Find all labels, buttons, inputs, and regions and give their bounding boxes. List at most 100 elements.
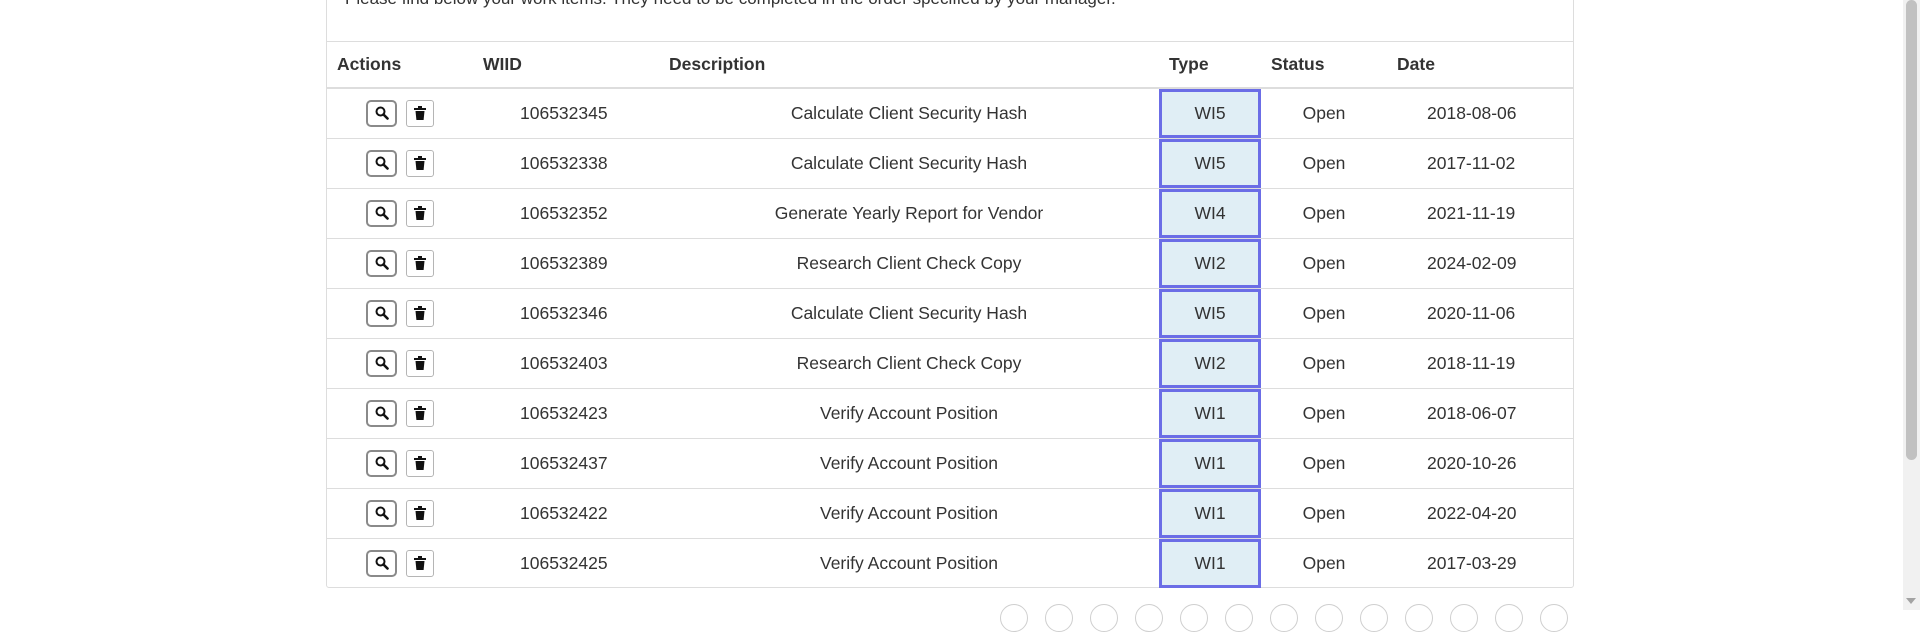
page-button[interactable] bbox=[1450, 604, 1478, 632]
delete-button[interactable] bbox=[405, 249, 434, 277]
search-icon bbox=[375, 206, 389, 220]
pagination bbox=[1000, 604, 1570, 632]
delete-button[interactable] bbox=[405, 349, 434, 377]
table-header-row: Actions WIID Description Type Status Dat… bbox=[327, 42, 1573, 89]
row-actions bbox=[327, 537, 473, 588]
page-button[interactable] bbox=[1270, 604, 1298, 632]
cell-status: Open bbox=[1261, 387, 1387, 438]
header-wiid: WIID bbox=[473, 42, 659, 89]
view-button[interactable] bbox=[366, 299, 397, 327]
cell-status: Open bbox=[1261, 337, 1387, 388]
header-status: Status bbox=[1261, 42, 1387, 89]
cell-wiid: 106532352 bbox=[473, 187, 659, 238]
cell-wiid: 106532423 bbox=[473, 387, 659, 438]
cell-date: 2021-11-19 bbox=[1387, 187, 1573, 238]
cell-description: Calculate Client Security Hash bbox=[659, 87, 1159, 138]
view-button[interactable] bbox=[366, 399, 397, 427]
page-button[interactable] bbox=[1405, 604, 1433, 632]
cell-status: Open bbox=[1261, 87, 1387, 138]
trash-icon bbox=[413, 406, 426, 420]
page-button[interactable] bbox=[1090, 604, 1118, 632]
cell-type[interactable]: WI1 bbox=[1159, 437, 1261, 488]
delete-button[interactable] bbox=[405, 199, 434, 227]
cell-type[interactable]: WI1 bbox=[1159, 387, 1261, 438]
delete-button[interactable] bbox=[405, 499, 434, 527]
row-actions bbox=[327, 237, 473, 288]
search-icon bbox=[375, 456, 389, 470]
delete-button[interactable] bbox=[405, 549, 434, 577]
table-row: 106532423 Verify Account Position WI1 Op… bbox=[327, 387, 1573, 438]
cell-status: Open bbox=[1261, 537, 1387, 588]
trash-icon bbox=[413, 556, 426, 571]
trash-icon bbox=[413, 156, 426, 170]
search-icon bbox=[375, 106, 389, 121]
row-actions bbox=[327, 287, 473, 338]
cell-date: 2017-11-02 bbox=[1387, 137, 1573, 188]
cell-date: 2020-10-26 bbox=[1387, 437, 1573, 488]
header-type: Type bbox=[1159, 42, 1261, 89]
delete-button[interactable] bbox=[405, 449, 434, 477]
cell-status: Open bbox=[1261, 137, 1387, 188]
view-button[interactable] bbox=[366, 449, 397, 477]
row-actions bbox=[327, 487, 473, 538]
search-icon bbox=[375, 506, 389, 520]
page-button[interactable] bbox=[1315, 604, 1343, 632]
view-button[interactable] bbox=[366, 499, 397, 527]
table-row: 106532425 Verify Account Position WI1 Op… bbox=[327, 537, 1573, 588]
cell-status: Open bbox=[1261, 287, 1387, 338]
header-date: Date bbox=[1387, 42, 1573, 89]
table-row: 106532422 Verify Account Position WI1 Op… bbox=[327, 487, 1573, 538]
cell-wiid: 106532346 bbox=[473, 287, 659, 338]
delete-button[interactable] bbox=[405, 299, 434, 327]
view-button[interactable] bbox=[366, 199, 397, 227]
cell-date: 2018-11-19 bbox=[1387, 337, 1573, 388]
cell-date: 2018-06-07 bbox=[1387, 387, 1573, 438]
view-button[interactable] bbox=[366, 99, 397, 127]
cell-type[interactable]: WI2 bbox=[1159, 337, 1261, 388]
page-button[interactable] bbox=[1495, 604, 1523, 632]
view-button[interactable] bbox=[366, 149, 397, 177]
page-button[interactable] bbox=[1180, 604, 1208, 632]
trash-icon bbox=[413, 356, 426, 370]
cell-description: Verify Account Position bbox=[659, 437, 1159, 488]
cell-date: 2020-11-06 bbox=[1387, 287, 1573, 338]
cell-description: Calculate Client Security Hash bbox=[659, 137, 1159, 188]
page-button[interactable] bbox=[1540, 604, 1568, 632]
cell-type[interactable]: WI2 bbox=[1159, 237, 1261, 288]
trash-icon bbox=[413, 256, 426, 270]
delete-button[interactable] bbox=[405, 99, 434, 127]
cell-type[interactable]: WI4 bbox=[1159, 187, 1261, 238]
cell-type[interactable]: WI5 bbox=[1159, 287, 1261, 338]
cell-wiid: 106532425 bbox=[473, 537, 659, 588]
view-button[interactable] bbox=[366, 349, 397, 377]
table-row: 106532346 Calculate Client Security Hash… bbox=[327, 287, 1573, 338]
page-button[interactable] bbox=[1000, 604, 1028, 632]
cell-status: Open bbox=[1261, 487, 1387, 538]
cell-type[interactable]: WI1 bbox=[1159, 487, 1261, 538]
scroll-down-arrow[interactable] bbox=[1906, 598, 1916, 604]
cell-description: Verify Account Position bbox=[659, 487, 1159, 538]
delete-button[interactable] bbox=[405, 399, 434, 427]
trash-icon bbox=[413, 106, 426, 121]
cell-status: Open bbox=[1261, 237, 1387, 288]
view-button[interactable] bbox=[366, 249, 397, 277]
search-icon bbox=[375, 556, 389, 571]
cell-wiid: 106532422 bbox=[473, 487, 659, 538]
intro-text: Please find below your work items. They … bbox=[345, 0, 1116, 9]
cell-type[interactable]: WI5 bbox=[1159, 137, 1261, 188]
page-button[interactable] bbox=[1135, 604, 1163, 632]
page-button[interactable] bbox=[1225, 604, 1253, 632]
header-description: Description bbox=[659, 42, 1159, 89]
cell-type[interactable]: WI1 bbox=[1159, 537, 1261, 588]
delete-button[interactable] bbox=[405, 149, 434, 177]
cell-type[interactable]: WI5 bbox=[1159, 87, 1261, 138]
trash-icon bbox=[413, 506, 426, 520]
view-button[interactable] bbox=[366, 549, 397, 577]
cell-date: 2024-02-09 bbox=[1387, 237, 1573, 288]
search-icon bbox=[375, 306, 389, 320]
page-button[interactable] bbox=[1360, 604, 1388, 632]
trash-icon bbox=[413, 306, 426, 320]
page-button[interactable] bbox=[1045, 604, 1073, 632]
header-actions: Actions bbox=[327, 42, 473, 89]
scrollbar-thumb[interactable] bbox=[1906, 0, 1917, 460]
